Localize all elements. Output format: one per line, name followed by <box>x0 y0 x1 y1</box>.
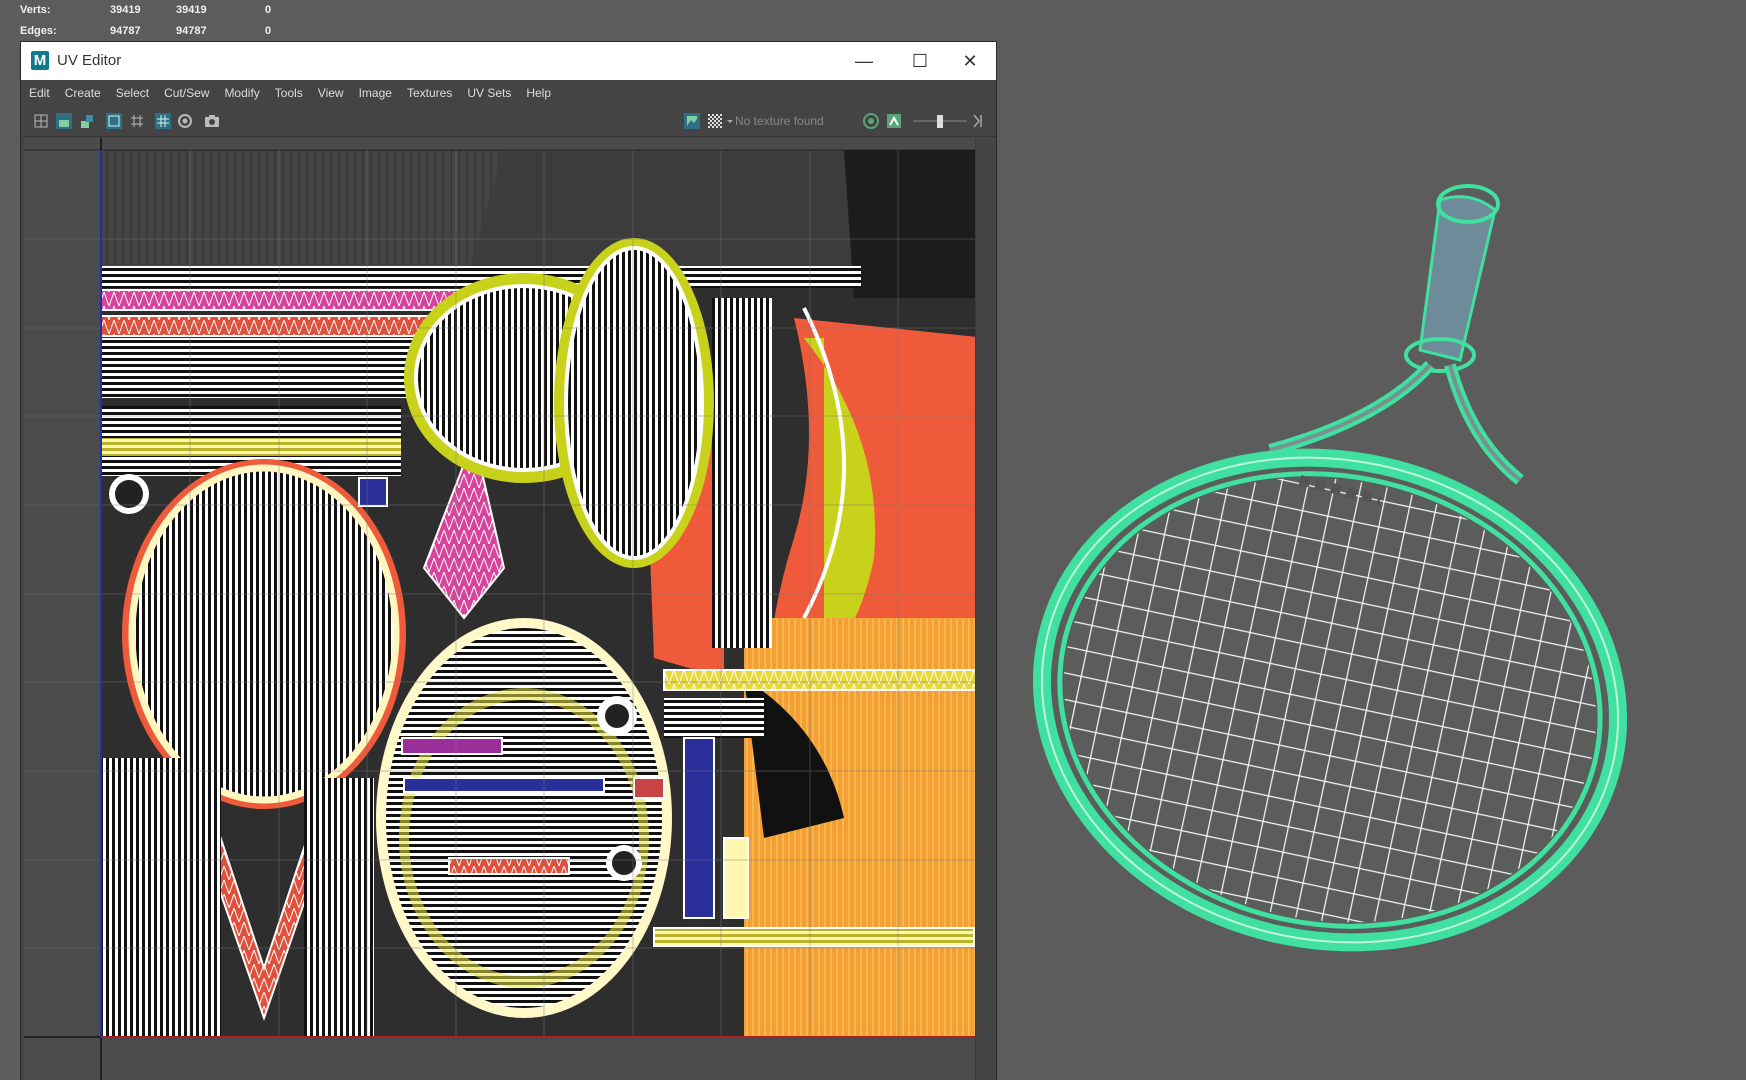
menu-select[interactable]: Select <box>116 86 149 100</box>
poly-count-stats: Verts: 39419 39419 0 Edges: 94787 94787 … <box>20 0 300 42</box>
menu-help[interactable]: Help <box>526 86 551 100</box>
menu-bar: Edit Create Select Cut/Sew Modify Tools … <box>21 80 996 106</box>
uv-layout-canvas[interactable] <box>24 138 994 1080</box>
edges-value-2: 94787 <box>176 25 207 37</box>
alpha-icon[interactable] <box>885 112 903 130</box>
uv-grid-icon[interactable] <box>154 112 172 130</box>
snapshot-icon[interactable] <box>203 112 221 130</box>
gamma-icon[interactable] <box>971 112 985 130</box>
maya-logo-icon: M <box>31 51 49 70</box>
menu-view[interactable]: View <box>318 86 344 100</box>
uv-viewport[interactable] <box>24 138 994 1080</box>
uv-toolbar: No texture found <box>21 106 996 137</box>
edges-value-3: 0 <box>265 25 272 37</box>
window-title: UV Editor <box>57 52 122 69</box>
menu-cut-sew[interactable]: Cut/Sew <box>164 86 209 100</box>
menu-textures[interactable]: Textures <box>407 86 452 100</box>
verts-row: Verts: 39419 39419 0 <box>20 0 300 21</box>
menu-tools[interactable]: Tools <box>275 86 303 100</box>
dropdown-icon[interactable] <box>725 112 735 130</box>
grid-toggle-icon[interactable] <box>105 112 123 130</box>
uv-editor-window: M UV Editor — ☐ ✕ Edit Create Select Cut… <box>21 42 996 1080</box>
exposure-slider[interactable] <box>911 112 969 130</box>
verts-label: Verts: <box>20 4 51 16</box>
checker-icon[interactable] <box>706 112 724 130</box>
verts-value-3: 0 <box>265 4 272 16</box>
menu-image[interactable]: Image <box>359 86 392 100</box>
distortion-icon[interactable] <box>78 112 96 130</box>
pixel-snap-icon[interactable] <box>128 112 146 130</box>
isolate-icon[interactable] <box>176 112 194 130</box>
right-scroll-area[interactable] <box>975 138 996 1080</box>
title-bar[interactable]: M UV Editor — ☐ ✕ <box>21 42 996 80</box>
image-display-icon[interactable] <box>683 112 701 130</box>
maximize-button[interactable]: ☐ <box>894 42 946 80</box>
edges-row: Edges: 94787 94787 0 <box>20 21 300 42</box>
menu-modify[interactable]: Modify <box>224 86 259 100</box>
edges-label: Edges: <box>20 25 57 37</box>
edges-value-1: 94787 <box>110 25 141 37</box>
tennis-racket-mesh-3d[interactable] <box>1000 180 1740 1000</box>
menu-create[interactable]: Create <box>65 86 101 100</box>
close-button[interactable]: ✕ <box>944 42 996 80</box>
texture-status: No texture found <box>735 114 824 128</box>
checker-shade-icon[interactable] <box>55 112 73 130</box>
menu-uv-sets[interactable]: UV Sets <box>467 86 511 100</box>
uv-shell-icon[interactable] <box>32 112 50 130</box>
menu-edit[interactable]: Edit <box>29 86 50 100</box>
verts-value-2: 39419 <box>176 4 207 16</box>
rgb-channel-icon[interactable] <box>862 112 880 130</box>
verts-value-1: 39419 <box>110 4 141 16</box>
minimize-button[interactable]: — <box>838 42 890 80</box>
